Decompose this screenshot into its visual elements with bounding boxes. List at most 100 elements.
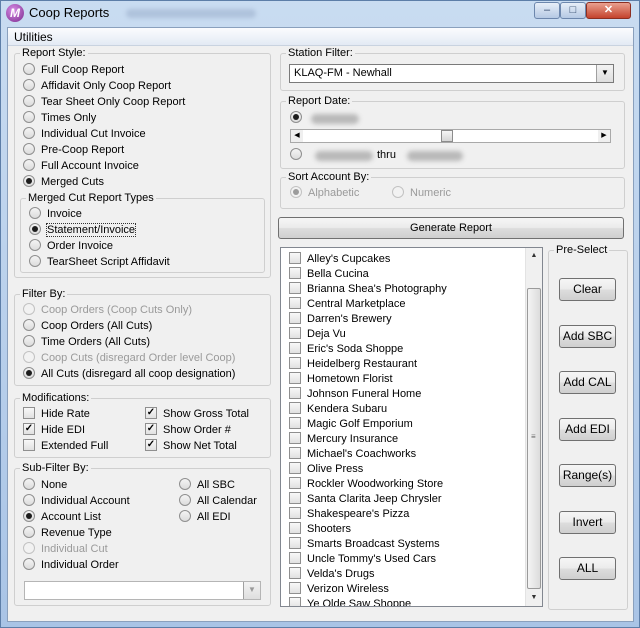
merged-type-invoice[interactable]: Invoice — [29, 207, 82, 222]
subfilter-revenue-type[interactable]: Revenue Type — [23, 526, 112, 541]
checkbox-icon[interactable] — [289, 372, 301, 385]
report-style-tear-sheet-only[interactable]: Tear Sheet Only Coop Report — [23, 95, 185, 110]
close-icon[interactable]: ✕ — [586, 2, 631, 19]
list-item[interactable]: Velda's Drugs — [289, 567, 375, 582]
checkbox-icon[interactable] — [289, 297, 301, 310]
mod-show-net-total[interactable]: ✓ Show Net Total — [145, 439, 237, 454]
checkbox-icon[interactable] — [289, 432, 301, 445]
radio-icon[interactable] — [23, 494, 35, 507]
checkbox-icon[interactable] — [289, 387, 301, 400]
generate-report-button[interactable]: Generate Report — [278, 217, 624, 239]
list-item[interactable]: Rockler Woodworking Store — [289, 477, 443, 492]
radio-icon[interactable] — [29, 255, 41, 268]
checkbox-icon[interactable] — [289, 507, 301, 520]
mod-show-order-number[interactable]: ✓ Show Order # — [145, 423, 231, 438]
filter-all-cuts[interactable]: All Cuts (disregard all coop designation… — [23, 367, 235, 382]
minimize-icon[interactable]: – — [534, 2, 560, 19]
list-item[interactable]: Kendera Subaru — [289, 402, 387, 417]
checkbox-checked-icon[interactable]: ✓ — [145, 423, 157, 436]
chevron-down-icon[interactable]: ▼ — [243, 582, 260, 599]
checkbox-checked-icon[interactable]: ✓ — [145, 407, 157, 420]
report-date-single-option[interactable] — [290, 111, 308, 126]
radio-icon[interactable] — [23, 127, 35, 140]
chevron-right-icon[interactable]: ▶ — [598, 130, 610, 142]
list-item[interactable]: Bella Cucina — [289, 267, 369, 282]
checkbox-icon[interactable] — [289, 282, 301, 295]
radio-icon[interactable] — [290, 148, 302, 161]
checkbox-icon[interactable] — [289, 597, 301, 606]
mod-hide-edi[interactable]: ✓ Hide EDI — [23, 423, 85, 438]
radio-icon[interactable] — [23, 319, 35, 332]
all-button[interactable]: ALL — [559, 557, 616, 580]
subfilter-all-sbc[interactable]: All SBC — [179, 478, 235, 493]
scrollbar-thumb[interactable]: ≡ — [527, 288, 541, 589]
list-item[interactable]: Central Marketplace — [289, 297, 405, 312]
add-edi-button[interactable]: Add EDI — [559, 417, 616, 441]
list-item[interactable]: Shakespeare's Pizza — [289, 507, 409, 522]
checkbox-icon[interactable] — [289, 567, 301, 580]
radio-selected-icon[interactable] — [23, 367, 35, 380]
radio-icon[interactable] — [23, 159, 35, 172]
list-item[interactable]: Darren's Brewery — [289, 312, 392, 327]
radio-icon[interactable] — [23, 111, 35, 124]
checkbox-icon[interactable] — [289, 402, 301, 415]
radio-icon[interactable] — [23, 558, 35, 571]
maximize-icon[interactable]: □ — [560, 2, 586, 19]
add-sbc-button[interactable]: Add SBC — [559, 324, 616, 348]
subfilter-value-combo[interactable]: ▼ — [24, 581, 261, 600]
scroll-down-icon[interactable]: ▼ — [526, 590, 542, 606]
list-item[interactable]: Santa Clarita Jeep Chrysler — [289, 492, 442, 507]
account-list[interactable]: Alley's Cupcakes Bella Cucina Brianna Shea… — [280, 247, 543, 607]
radio-icon[interactable] — [23, 143, 35, 156]
mod-extended-full[interactable]: Extended Full — [23, 439, 108, 454]
checkbox-icon[interactable] — [289, 327, 301, 340]
list-item[interactable]: Shooters — [289, 522, 351, 537]
radio-icon[interactable] — [23, 335, 35, 348]
merged-type-tearsheet-script[interactable]: TearSheet Script Affidavit — [29, 255, 170, 270]
list-item[interactable]: Verizon Wireless — [289, 582, 389, 597]
subfilter-individual-order[interactable]: Individual Order — [23, 558, 119, 573]
list-item[interactable]: Brianna Shea's Photography — [289, 282, 447, 297]
subfilter-individual-account[interactable]: Individual Account — [23, 494, 130, 509]
radio-icon[interactable] — [23, 95, 35, 108]
list-item[interactable]: Smarts Broadcast Systems — [289, 537, 440, 552]
checkbox-checked-icon[interactable]: ✓ — [23, 423, 35, 436]
radio-icon[interactable] — [179, 478, 191, 491]
list-item[interactable]: Magic Golf Emporium — [289, 417, 413, 432]
report-date-range-option[interactable] — [290, 148, 308, 163]
clear-button[interactable]: Clear — [559, 278, 616, 301]
slider-thumb[interactable] — [441, 130, 453, 142]
radio-icon[interactable] — [179, 510, 191, 523]
checkbox-icon[interactable] — [289, 462, 301, 475]
radio-selected-icon[interactable] — [290, 111, 302, 124]
list-item[interactable]: Olive Press — [289, 462, 363, 477]
report-style-full-account-invoice[interactable]: Full Account Invoice — [23, 159, 139, 174]
list-item[interactable]: Alley's Cupcakes — [289, 252, 390, 267]
subfilter-all-calendar[interactable]: All Calendar — [179, 494, 257, 509]
radio-icon[interactable] — [179, 494, 191, 507]
checkbox-icon[interactable] — [289, 417, 301, 430]
list-item[interactable]: Mercury Insurance — [289, 432, 398, 447]
checkbox-icon[interactable] — [289, 492, 301, 505]
checkbox-icon[interactable] — [289, 582, 301, 595]
list-item[interactable]: Heidelberg Restaurant — [289, 357, 417, 372]
checkbox-icon[interactable] — [289, 447, 301, 460]
report-style-merged-cuts[interactable]: Merged Cuts — [23, 175, 104, 190]
station-filter-select[interactable]: KLAQ-FM - Newhall ▼ — [289, 64, 614, 83]
list-item[interactable]: Hometown Florist — [289, 372, 393, 387]
radio-icon[interactable] — [23, 63, 35, 76]
checkbox-icon[interactable] — [289, 267, 301, 280]
subfilter-none[interactable]: None — [23, 478, 67, 493]
radio-selected-icon[interactable] — [23, 510, 35, 523]
report-style-individual-cut-invoice[interactable]: Individual Cut Invoice — [23, 127, 146, 142]
checkbox-icon[interactable] — [289, 312, 301, 325]
radio-selected-icon[interactable] — [29, 223, 41, 236]
checkbox-checked-icon[interactable]: ✓ — [145, 439, 157, 452]
add-cal-button[interactable]: Add CAL — [559, 371, 616, 394]
checkbox-icon[interactable] — [23, 439, 35, 452]
report-style-times-only[interactable]: Times Only — [23, 111, 96, 126]
list-item[interactable]: Michael's Coachworks — [289, 447, 416, 462]
mod-hide-rate[interactable]: Hide Rate — [23, 407, 90, 422]
subfilter-all-edi[interactable]: All EDI — [179, 510, 231, 525]
radio-icon[interactable] — [23, 478, 35, 491]
